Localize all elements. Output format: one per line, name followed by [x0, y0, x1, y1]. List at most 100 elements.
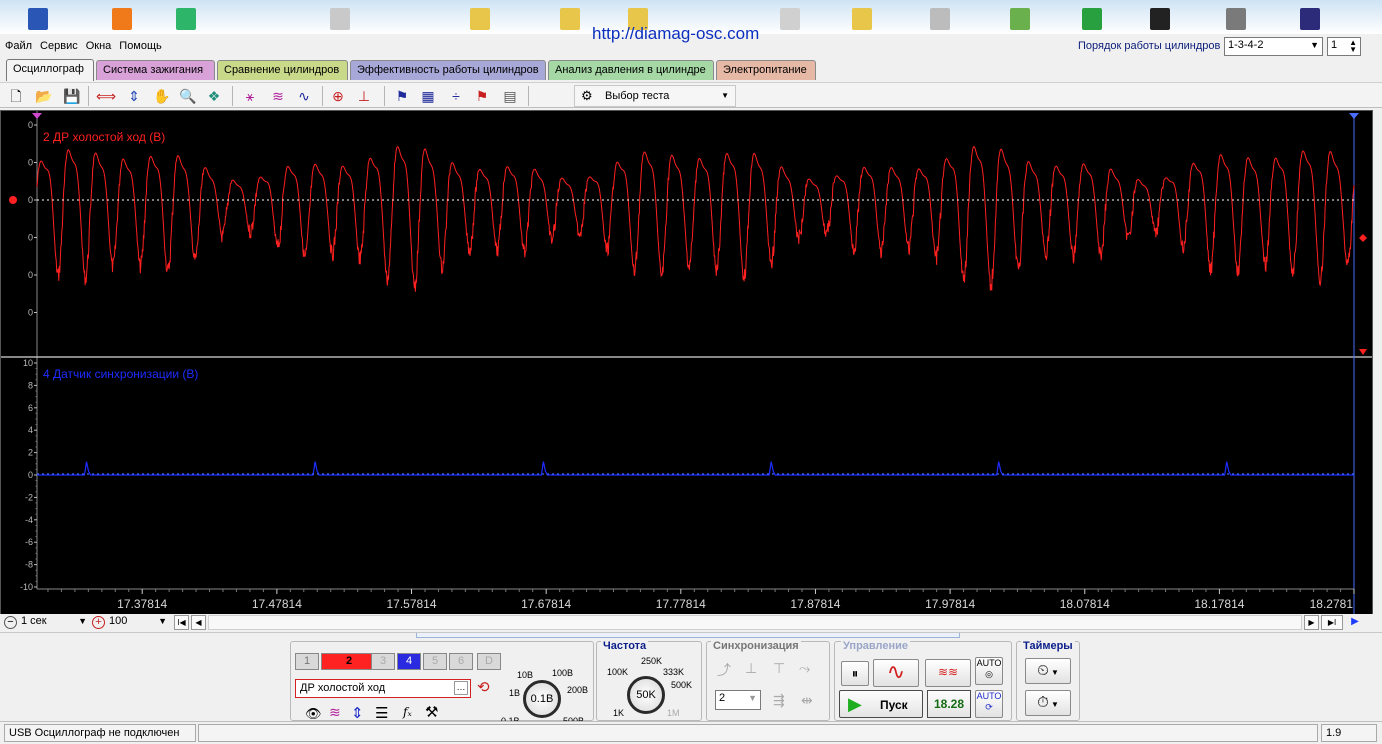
time-scale-select[interactable]: 1 сек ▼: [18, 614, 90, 631]
function-icon[interactable]: fₓ: [403, 705, 412, 719]
start-button[interactable]: ▶ Пуск: [839, 690, 923, 718]
waveform-overlay-icon[interactable]: ∿: [294, 86, 314, 106]
tab-cylinder-compare[interactable]: Сравнение цилиндров: [217, 60, 348, 80]
channel-reset-icon[interactable]: ⟲: [477, 678, 490, 696]
value-display[interactable]: 18.28: [927, 690, 971, 718]
filter-icon[interactable]: ⚑: [392, 86, 412, 106]
zoom-in-icon[interactable]: +: [92, 616, 105, 629]
zoom-icon[interactable]: 🔍: [178, 86, 198, 106]
pause-button[interactable]: ⏸: [841, 661, 869, 686]
ellipsis-button[interactable]: …: [454, 681, 468, 695]
zoom-out-icon[interactable]: −: [4, 616, 17, 629]
time-bar: − 1 сек ▼ + 100 ▼ I◀ ◀ ▶ ▶I ▶: [0, 614, 1382, 632]
menu-windows[interactable]: Окна: [83, 38, 115, 54]
save-icon[interactable]: 💾: [62, 86, 82, 106]
channel-2-button[interactable]: 2: [321, 653, 377, 670]
tab-cylinder-pressure[interactable]: Анализ давления в цилиндре: [548, 60, 714, 80]
waveform-cross-icon[interactable]: ⚹: [240, 86, 260, 106]
time-scrollbar-track[interactable]: [208, 615, 1302, 630]
notes-icon[interactable]: ▤: [500, 86, 520, 106]
tab-power-supply[interactable]: Электропитание: [716, 60, 816, 80]
auto-refresh-button[interactable]: AUTO ⟳: [975, 690, 1003, 718]
sync-channel-select[interactable]: 2 ▼: [715, 690, 761, 710]
timer-stop-button[interactable]: ⏱ ▼: [1025, 690, 1071, 716]
frequency-knob[interactable]: 50K: [627, 676, 665, 714]
bottom-y-tick-label: -2: [25, 492, 33, 502]
menu-help[interactable]: Помощь: [116, 38, 165, 54]
menu-file[interactable]: Файл: [2, 38, 35, 54]
chevron-down-icon: ▼: [1310, 40, 1319, 50]
scroll-right-button[interactable]: ▶: [1304, 615, 1319, 630]
go-end-button[interactable]: ▶I: [1321, 615, 1343, 630]
channel-3-button[interactable]: 3: [371, 653, 395, 670]
bottom-y-tick-label: 10: [23, 358, 33, 368]
edge-up-icon[interactable]: ⊥: [745, 660, 757, 677]
voltage-knob[interactable]: 0.1В: [523, 680, 561, 718]
right-cursor-marker[interactable]: [1349, 113, 1359, 119]
frequency-knob-value: 50K: [636, 689, 656, 701]
right-level-marker[interactable]: [1359, 234, 1367, 242]
bottom-y-tick-label: 0: [28, 470, 33, 480]
channel-5-button[interactable]: 5: [423, 653, 447, 670]
cursor-horizontal-icon[interactable]: ⟺: [96, 86, 116, 106]
desktop-folder-icon: [852, 8, 872, 30]
tab-cylinder-efficiency[interactable]: Эффективность работы цилиндров: [350, 60, 546, 80]
open-folder-icon[interactable]: 📂: [34, 86, 54, 106]
noise-mode-button[interactable]: ≋≋: [925, 659, 971, 687]
edge-down-icon[interactable]: ⊤: [773, 660, 785, 677]
desktop-app-icon: [176, 8, 196, 30]
line-style-icon[interactable]: ☰: [375, 704, 388, 722]
go-start-button[interactable]: I◀: [174, 615, 189, 630]
x-tick-label: 17.77814: [656, 597, 706, 611]
zoom-value: 100: [109, 615, 128, 627]
cylinder-spin-input[interactable]: 1 ▲ ▼: [1327, 37, 1361, 56]
auto-scale-icon[interactable]: ⊕: [328, 86, 348, 106]
channel-4-button[interactable]: 4: [397, 653, 421, 670]
waveform-stack-icon[interactable]: ≋: [268, 86, 288, 106]
rising-edge-icon[interactable]: ⤴: [717, 660, 731, 680]
scroll-left-button[interactable]: ◀: [191, 615, 206, 630]
channel-1-button[interactable]: 1: [295, 653, 319, 670]
frequency-group: Частота 250K 100K 333K 500K 1K 1M 50K: [596, 640, 702, 721]
auto-sync-icon[interactable]: ⤳: [799, 660, 810, 677]
bottom-channel-label: 4 Датчик синхронизации (В): [43, 367, 199, 381]
left-cursor-marker[interactable]: [32, 113, 42, 119]
eye-icon[interactable]: 👁: [305, 706, 322, 722]
vertical-scale-icon[interactable]: ⇕: [351, 704, 364, 722]
channel-name-input[interactable]: ДР холостой ход …: [295, 679, 471, 698]
x-tick-label: 17.47814: [252, 597, 302, 611]
chevron-down-icon: ▼: [748, 693, 757, 703]
new-file-icon[interactable]: 🗋: [6, 86, 26, 106]
table-icon[interactable]: ▦: [418, 86, 438, 106]
marker-flag-icon[interactable]: ⚑: [472, 86, 492, 106]
tab-oscilloscope[interactable]: Осциллограф: [6, 59, 94, 81]
zero-offset-icon[interactable]: ⊥: [354, 86, 374, 106]
x-tick-label: 18.2781: [1310, 597, 1354, 611]
timer-start-button[interactable]: ⏲ ▼: [1025, 658, 1071, 684]
zoom-select[interactable]: 100 ▼: [106, 614, 170, 631]
gear-document-icon: ⚙: [581, 88, 593, 103]
oscilloscope-display[interactable]: 0 0 0 0 0 0 10 8 6 4 2 0 -2 -4 -6 -8 -10 17.37814 17.478…: [0, 110, 1373, 616]
top-zero-marker[interactable]: [9, 196, 17, 204]
channel-d-button[interactable]: D: [477, 653, 501, 670]
bottom-y-tick-label: 4: [28, 425, 33, 435]
hand-pan-icon[interactable]: ✋: [152, 86, 172, 106]
panel-splitter[interactable]: [416, 633, 960, 638]
auto-button[interactable]: AUTO ◎: [975, 657, 1003, 685]
sync-center-icon[interactable]: ⇹: [801, 692, 813, 709]
sync-level-icon[interactable]: ⇶: [773, 692, 785, 709]
probe-icon[interactable]: ❖: [204, 86, 224, 106]
cursor-vertical-icon[interactable]: ⇕: [124, 86, 144, 106]
split-icon[interactable]: ÷: [446, 86, 466, 106]
waveform-invert-icon[interactable]: ≋: [329, 704, 341, 721]
sine-mode-button[interactable]: ∿: [873, 659, 919, 687]
channel-6-button[interactable]: 6: [449, 653, 473, 670]
play-scroll-button[interactable]: ▶: [1345, 615, 1365, 630]
tools-icon[interactable]: ⚒: [425, 703, 438, 721]
x-tick-label: 17.87814: [790, 597, 840, 611]
test-select[interactable]: ⚙ Выбор теста ▼: [574, 85, 736, 107]
menu-service[interactable]: Сервис: [37, 38, 81, 54]
freq-label-1k: 1K: [613, 708, 625, 718]
cylinder-order-select[interactable]: 1-3-4-2 ▼: [1224, 37, 1323, 56]
tab-ignition[interactable]: Система зажигания: [96, 60, 215, 80]
